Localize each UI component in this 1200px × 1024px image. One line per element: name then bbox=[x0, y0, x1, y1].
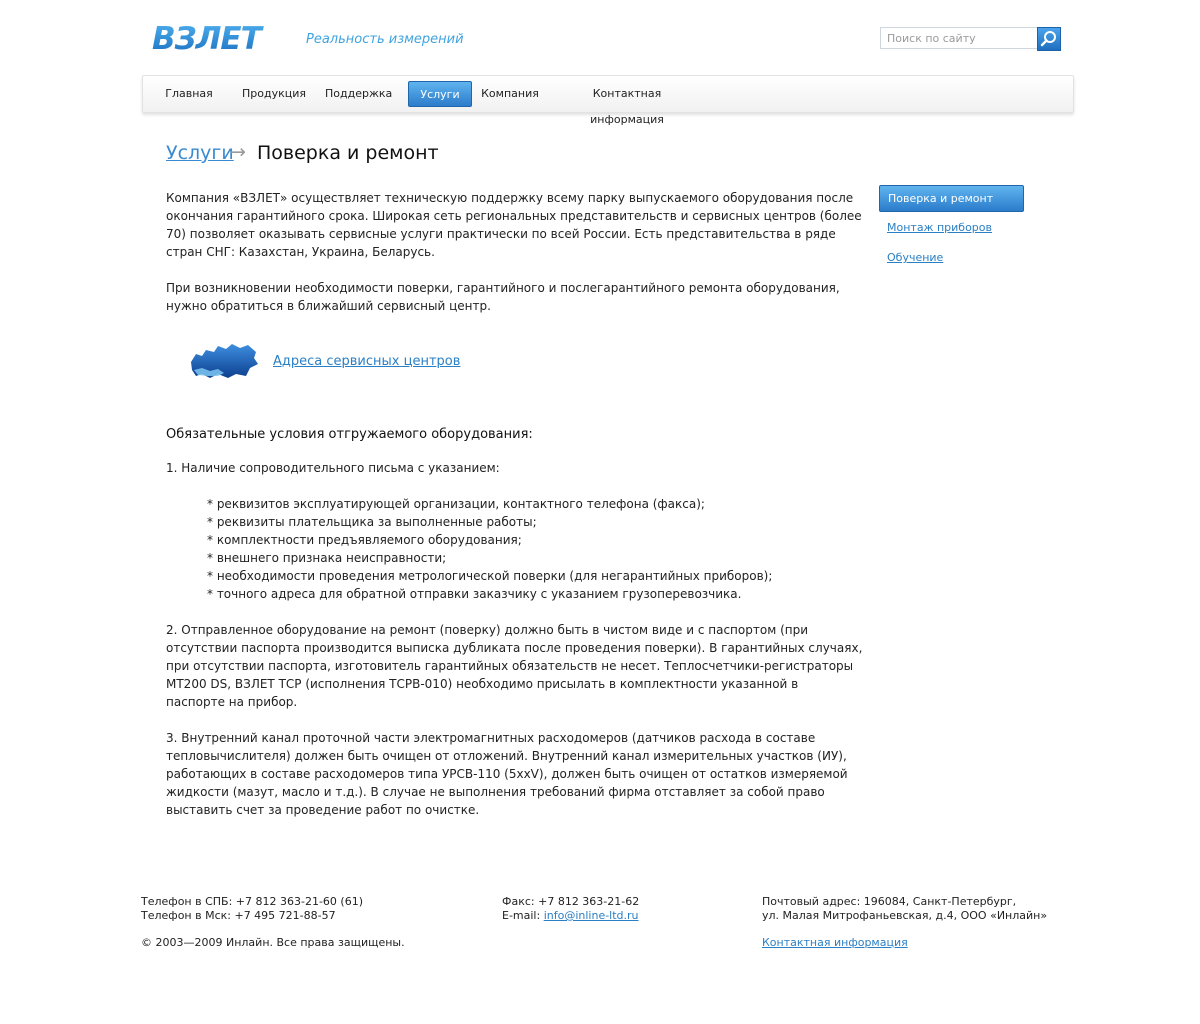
russia-map-icon[interactable] bbox=[188, 340, 260, 382]
nav-item-products[interactable]: Продукция bbox=[238, 81, 310, 107]
search-button[interactable] bbox=[1037, 27, 1061, 51]
vzlet-logo[interactable]: ВЗЛЕТ bbox=[152, 20, 288, 54]
service-centers-link[interactable]: Адреса сервисных центров bbox=[273, 354, 460, 369]
main-nav: Главная Продукция Поддержка Услуги Компа… bbox=[142, 75, 1074, 126]
page-title: Поверка и ремонт bbox=[257, 142, 439, 164]
breadcrumb-services-link[interactable]: Услуги bbox=[166, 142, 234, 164]
list-item: * реквизитов эксплуатирующей организации… bbox=[207, 497, 705, 511]
sidebar-item-repair[interactable]: Поверка и ремонт bbox=[879, 185, 1024, 212]
search-icon bbox=[1040, 31, 1056, 47]
footer-phones: Телефон в СПБ: +7 812 363-21-60 (61) Тел… bbox=[141, 895, 363, 922]
sidebar-item-training[interactable]: Обучение bbox=[887, 251, 943, 264]
requirement-1-list: * реквизитов эксплуатирующей организации… bbox=[207, 495, 772, 603]
footer-copyright: © 2003—2009 Инлайн. Все права защищены. bbox=[141, 936, 405, 949]
requirement-1-title: 1. Наличие сопроводительного письма с ук… bbox=[166, 461, 500, 475]
search-input[interactable] bbox=[880, 27, 1039, 49]
search-form bbox=[880, 27, 1061, 51]
nav-item-contacts[interactable]: Контактная информация bbox=[558, 81, 696, 126]
requirement-2-text: 2. Отправленное оборудование на ремонт (… bbox=[166, 623, 863, 709]
list-item: * комплектности предъявляемого оборудова… bbox=[207, 533, 522, 547]
nav-item-services[interactable]: Услуги bbox=[408, 81, 472, 107]
requirement-3-text: 3. Внутренний канал проточной части элек… bbox=[166, 731, 848, 817]
requirements-title: Обязательные условия отгружаемого оборуд… bbox=[166, 427, 533, 442]
svg-text:ВЗЛЕТ: ВЗЛЕТ bbox=[152, 21, 265, 54]
breadcrumb-arrow-icon: → bbox=[230, 141, 246, 163]
nav-item-company[interactable]: Компания bbox=[481, 81, 539, 107]
footer-fax-email: Факс: +7 812 363-21-62 E-mail: info@inli… bbox=[502, 895, 640, 922]
nav-item-home[interactable]: Главная bbox=[157, 81, 221, 107]
footer-contacts-link[interactable]: Контактная информация bbox=[762, 936, 908, 950]
footer-address: Почтовый адрес: 196084, Санкт-Петербург,… bbox=[762, 895, 1048, 922]
list-item: * точного адреса для обратной отправки з… bbox=[207, 587, 742, 601]
tagline: Реальность измерений bbox=[306, 32, 464, 47]
intro-text: Компания «ВЗЛЕТ» осуществляет техническу… bbox=[166, 191, 862, 259]
list-item: * реквизиты плательщика за выполненные р… bbox=[207, 515, 537, 529]
footer-email-link[interactable]: info@inline-ltd.ru bbox=[544, 909, 639, 922]
sidebar-item-installation[interactable]: Монтаж приборов bbox=[887, 221, 992, 234]
list-item: * необходимости проведения метрологическ… bbox=[207, 569, 773, 583]
list-item: * внешнего признака неисправности; bbox=[207, 551, 447, 565]
note-text: При возникновении необходимости поверки,… bbox=[166, 281, 840, 313]
nav-item-support[interactable]: Поддержка bbox=[325, 81, 392, 107]
